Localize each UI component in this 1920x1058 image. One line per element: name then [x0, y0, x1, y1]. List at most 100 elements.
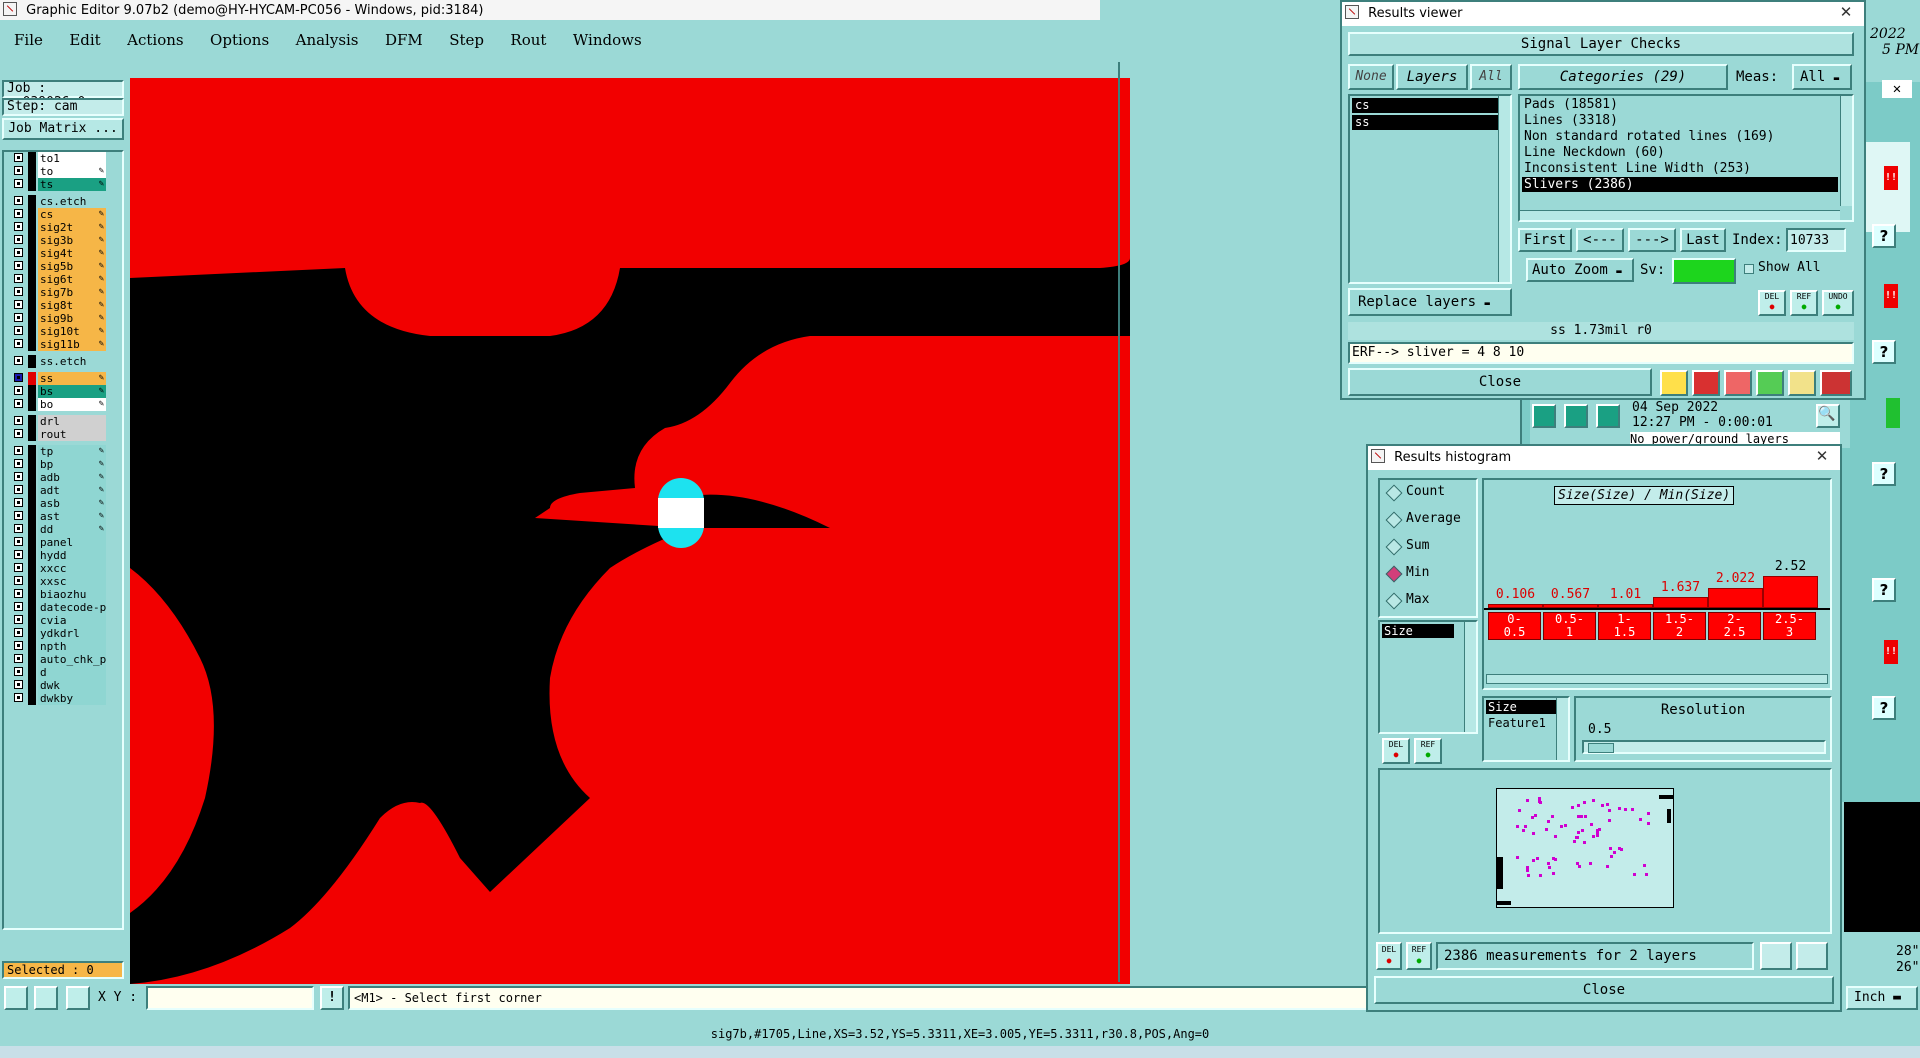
field-scrollbar[interactable]: [1464, 622, 1476, 732]
export-chart-icon[interactable]: [1760, 942, 1792, 970]
hist-del-icon[interactable]: DEL ●: [1382, 738, 1410, 764]
measure-tool-icon[interactable]: [34, 986, 58, 1010]
layer-name[interactable]: sig2t ✎: [38, 221, 106, 234]
bg-close-icon[interactable]: ✕: [1882, 80, 1912, 98]
layer-name[interactable]: to1: [38, 152, 106, 165]
layer-name[interactable]: auto_chk_pn: [38, 653, 106, 666]
layer-checkbox[interactable]: [14, 576, 23, 585]
categories-button[interactable]: Categories (29): [1518, 64, 1728, 90]
layer-checkbox[interactable]: [14, 472, 23, 481]
layer-name[interactable]: dd ✎: [38, 523, 106, 536]
attr-scrollbar[interactable]: [1556, 698, 1568, 760]
layer-name[interactable]: sig5b ✎: [38, 260, 106, 273]
layer-checkbox[interactable]: [14, 537, 23, 546]
bg-zoom-icon[interactable]: 🔍: [1816, 404, 1840, 428]
info-icon[interactable]: !: [320, 986, 344, 1010]
summary-ref-icon[interactable]: REF ●: [1406, 942, 1432, 970]
next-button[interactable]: --->: [1628, 228, 1676, 252]
menu-edit[interactable]: Edit: [69, 31, 100, 49]
attr-item-size[interactable]: Size: [1486, 700, 1558, 714]
job-matrix-button[interactable]: Job Matrix ...: [2, 118, 124, 140]
layer-name[interactable]: sig10t ✎: [38, 325, 106, 338]
first-button[interactable]: First: [1518, 228, 1572, 252]
layer-checkbox[interactable]: [14, 511, 23, 520]
menu-file[interactable]: File: [14, 31, 43, 49]
layer-checkbox[interactable]: [14, 459, 23, 468]
resolution-slider-thumb[interactable]: [1588, 743, 1614, 753]
layer-name[interactable]: ydkdrl: [38, 627, 106, 640]
replace-layers-select[interactable]: Replace layers ▬: [1348, 288, 1512, 316]
layer-name[interactable]: dwkby: [38, 692, 106, 705]
layer-checkbox[interactable]: [14, 209, 23, 218]
chart-hscrollbar[interactable]: [1486, 674, 1828, 684]
menu-rout[interactable]: Rout: [510, 31, 546, 49]
layer-name[interactable]: cs.etch: [38, 195, 106, 208]
radio-icon[interactable]: [1385, 565, 1403, 583]
layer-checkbox[interactable]: [14, 248, 23, 257]
categories-scrollbar[interactable]: [1840, 96, 1852, 206]
layer-checkbox[interactable]: [14, 222, 23, 231]
layer-name[interactable]: xxsc: [38, 575, 106, 588]
layer-checkbox[interactable]: [14, 179, 23, 188]
histogram-bar[interactable]: [1708, 588, 1763, 608]
layer-checkbox[interactable]: [14, 386, 23, 395]
layer-name[interactable]: sig11b ✎: [38, 338, 106, 351]
xy-input[interactable]: [146, 986, 314, 1010]
bg-help-icon-3[interactable]: ?: [1872, 462, 1896, 486]
menu-windows[interactable]: Windows: [573, 31, 642, 49]
layer-list[interactable]: to1 to ✎ ts ✎ cs.etch cs ✎ sig2t ✎ sig3b ✎ sig4t ✎ sig…: [2, 150, 124, 930]
layers-button[interactable]: Layers: [1396, 64, 1468, 90]
layer-name[interactable]: rout: [38, 428, 106, 441]
menu-options[interactable]: Options: [210, 31, 269, 49]
layer-name[interactable]: ss ✎: [38, 372, 106, 385]
none-button[interactable]: None: [1348, 64, 1394, 90]
field-item-size[interactable]: Size: [1382, 624, 1454, 638]
layer-name[interactable]: sig9b ✎: [38, 312, 106, 325]
feature-mini-map[interactable]: [1496, 788, 1674, 908]
layer-checkbox[interactable]: [14, 196, 23, 205]
layer-name[interactable]: xxcc: [38, 562, 106, 575]
layer-name[interactable]: to ✎: [38, 165, 106, 178]
attr-item-feature1[interactable]: Feature1: [1486, 716, 1566, 730]
layer-checkbox[interactable]: [14, 287, 23, 296]
report-icon-5[interactable]: [1788, 370, 1816, 396]
prev-button[interactable]: <---: [1576, 228, 1624, 252]
radio-icon[interactable]: [1385, 484, 1403, 502]
histogram-field-list[interactable]: Size: [1378, 620, 1478, 734]
layer-name[interactable]: dwk: [38, 679, 106, 692]
layer-checkbox[interactable]: [14, 373, 23, 382]
summary-del-icon[interactable]: DEL ●: [1376, 942, 1402, 970]
category-item[interactable]: Inconsistent Line Width (253): [1522, 161, 1838, 176]
aggregate-option-sum[interactable]: Sum: [1380, 534, 1476, 561]
bg-help-icon-1[interactable]: ?: [1872, 224, 1896, 248]
layer-name[interactable]: sig4t ✎: [38, 247, 106, 260]
layer-checkbox[interactable]: [14, 498, 23, 507]
category-item[interactable]: Non standard rotated lines (169): [1522, 129, 1838, 144]
resolution-slider[interactable]: [1582, 740, 1826, 754]
layer-checkbox[interactable]: [14, 300, 23, 309]
layer-name[interactable]: bs ✎: [38, 385, 106, 398]
grid-tool-icon[interactable]: [66, 986, 90, 1010]
bg-help-icon-2[interactable]: ?: [1872, 340, 1896, 364]
menu-actions[interactable]: Actions: [127, 31, 183, 49]
layer-checkbox[interactable]: [14, 589, 23, 598]
report-icon-1[interactable]: [1660, 370, 1688, 396]
layer-checkbox[interactable]: [14, 654, 23, 663]
layers-list[interactable]: cs ss: [1348, 94, 1512, 284]
layer-name[interactable]: panel: [38, 536, 106, 549]
layer-checkbox[interactable]: [14, 261, 23, 270]
aggregate-option-min[interactable]: Min: [1380, 561, 1476, 588]
histogram-bar[interactable]: [1763, 576, 1818, 608]
results-viewer-close-button[interactable]: Close: [1348, 368, 1652, 396]
radio-icon[interactable]: [1385, 592, 1403, 610]
layer-name[interactable]: sig7b ✎: [38, 286, 106, 299]
layer-name[interactable]: sig8t ✎: [38, 299, 106, 312]
all-button[interactable]: All: [1470, 64, 1512, 90]
layer-checkbox[interactable]: [14, 641, 23, 650]
layer-checkbox[interactable]: [14, 274, 23, 283]
layer-checkbox[interactable]: [14, 166, 23, 175]
close-icon[interactable]: ✕: [1834, 2, 1858, 22]
aggregate-option-count[interactable]: Count: [1380, 480, 1476, 507]
bg-help-icon-5[interactable]: ?: [1872, 696, 1896, 720]
report-icon-4[interactable]: [1756, 370, 1784, 396]
